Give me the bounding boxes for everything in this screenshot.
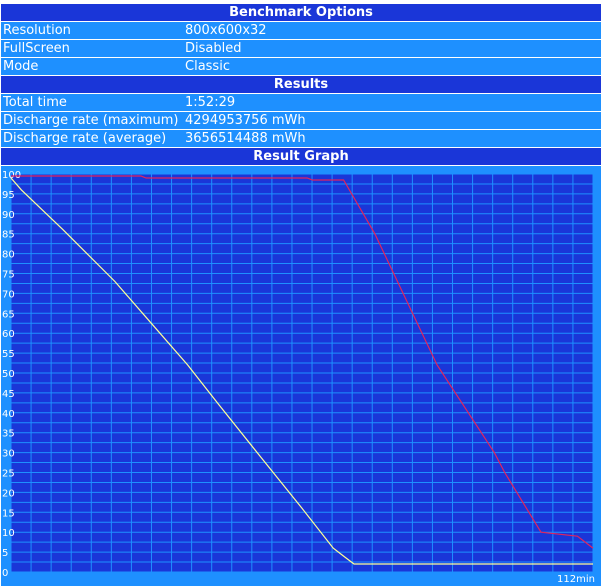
- result-row-total-time: Total time 1:52:29: [1, 94, 601, 111]
- y-tick-label: 15: [2, 508, 15, 519]
- y-tick-label: 30: [2, 449, 15, 460]
- result-graph-header: Result Graph: [1, 148, 601, 165]
- result-label: Discharge rate (average): [3, 131, 167, 146]
- option-label: FullScreen: [3, 41, 70, 56]
- y-tick-label: 45: [2, 389, 15, 400]
- result-value: 1:52:29: [185, 95, 236, 110]
- option-row-mode: Mode Classic: [1, 58, 601, 75]
- y-tick-label: 80: [2, 250, 15, 261]
- result-row-discharge-avg: Discharge rate (average) 3656514488 mWh: [1, 130, 601, 147]
- result-graph-area: 0 5 10 15 20 25 30 35 40 45 50 55 60 65 70 75 80 85 90 95 10…: [1, 166, 601, 586]
- option-value: Classic: [185, 59, 230, 74]
- result-label: Discharge rate (maximum): [3, 113, 179, 128]
- y-tick-label: 50: [2, 369, 15, 380]
- y-tick-label: 95: [2, 190, 15, 201]
- result-value: 3656514488 mWh: [185, 131, 306, 146]
- y-tick-label: 85: [2, 230, 15, 241]
- x-axis-label: 112min: [557, 574, 595, 585]
- result-row-discharge-max: Discharge rate (maximum) 4294953756 mWh: [1, 112, 601, 129]
- y-tick-label: 25: [2, 469, 15, 480]
- option-value: Disabled: [185, 41, 242, 56]
- benchmark-options-header: Benchmark Options: [1, 4, 601, 21]
- option-row-fullscreen: FullScreen Disabled: [1, 40, 601, 57]
- option-label: Resolution: [3, 23, 71, 38]
- result-graph-chart: 0510152025303540455055606570758085909510…: [2, 170, 595, 585]
- y-tick-label: 60: [2, 329, 15, 340]
- y-tick-label: 40: [2, 409, 15, 420]
- y-tick-label: 20: [2, 488, 15, 499]
- y-tick-label: 0: [2, 568, 8, 579]
- y-tick-label: 55: [2, 349, 15, 360]
- results-header: Results: [1, 76, 601, 93]
- y-tick-label: 90: [2, 210, 15, 221]
- result-label: Total time: [3, 95, 67, 110]
- option-value: 800x600x32: [185, 23, 267, 38]
- benchmark-window: Benchmark Options Resolution 800x600x32 …: [0, 0, 602, 587]
- result-value: 4294953756 mWh: [185, 113, 306, 128]
- option-row-resolution: Resolution 800x600x32: [1, 22, 601, 39]
- y-tick-label: 70: [2, 289, 15, 300]
- y-tick-label: 5: [2, 548, 8, 559]
- option-label: Mode: [3, 59, 39, 74]
- y-tick-label: 10: [2, 528, 15, 539]
- y-tick-label: 35: [2, 429, 15, 440]
- y-tick-label: 75: [2, 270, 15, 281]
- y-tick-label: 65: [2, 309, 15, 320]
